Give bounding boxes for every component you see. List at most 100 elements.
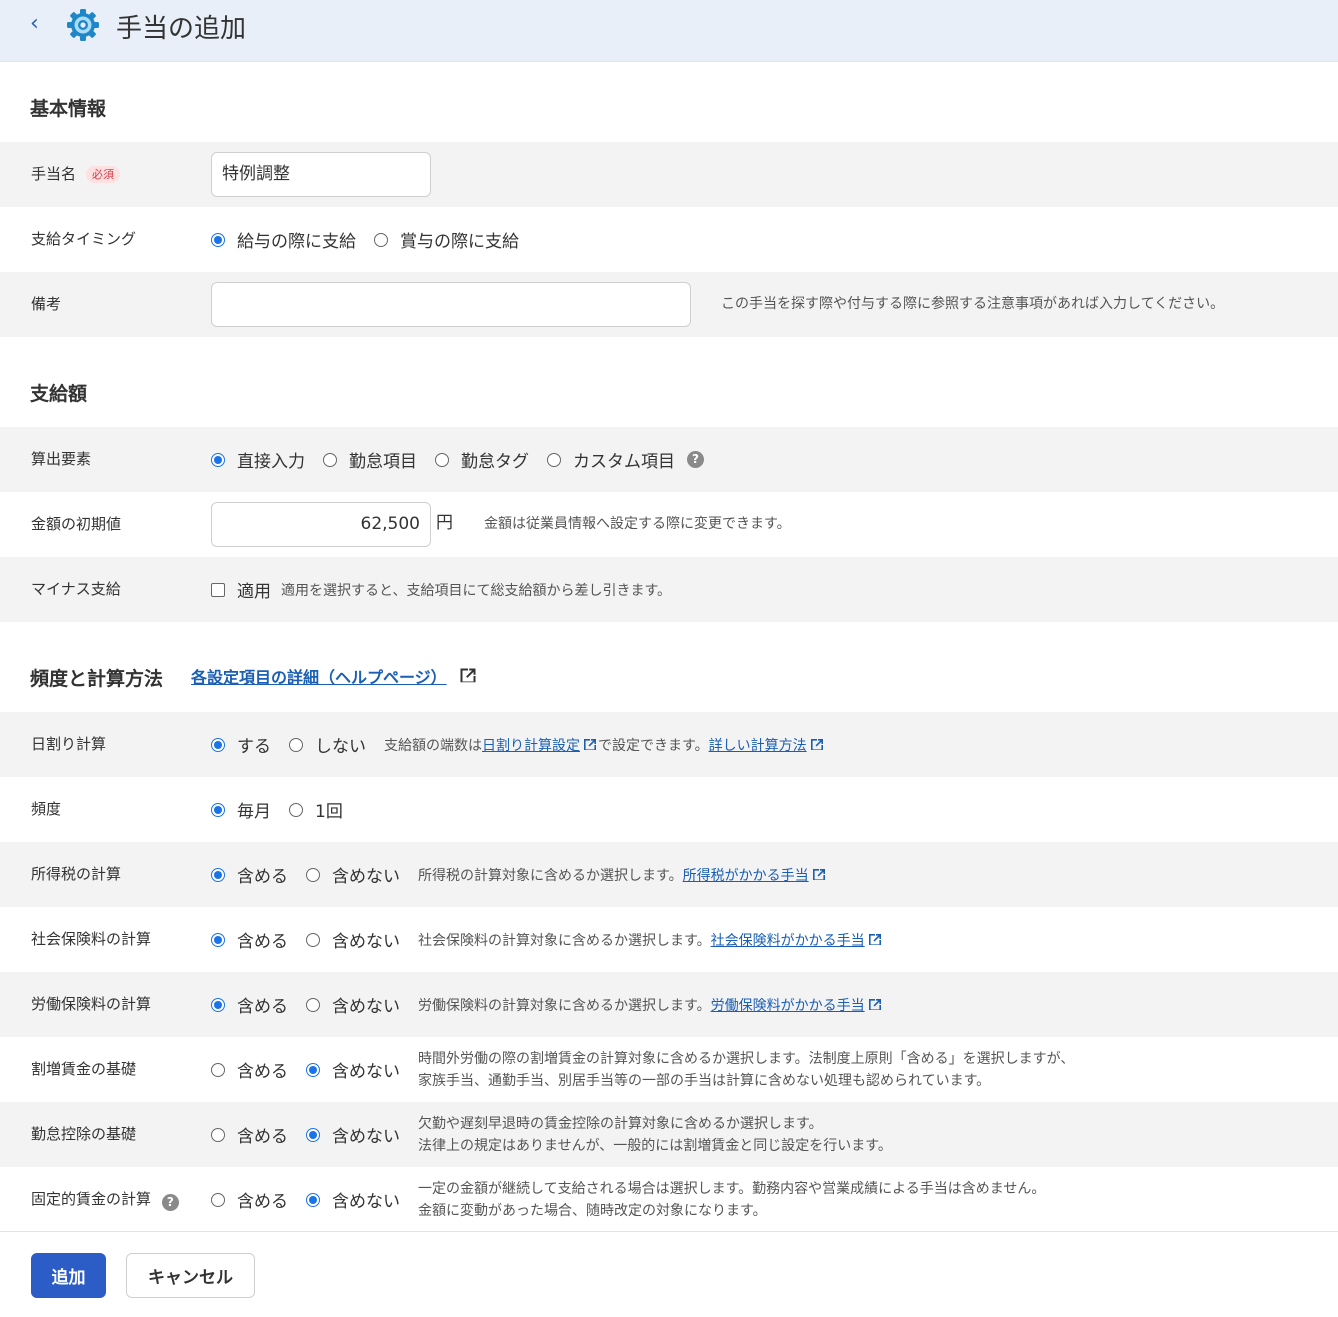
daily-proration-label: 日割り計算 (31, 735, 107, 753)
required-badge: 必須 (86, 166, 121, 183)
fixed-exclude[interactable]: 含めない (306, 1187, 400, 1212)
radio-button[interactable] (306, 1062, 320, 1077)
deduction-exclude[interactable]: 含めない (306, 1122, 400, 1147)
income-tax-exclude[interactable]: 含めない (306, 862, 400, 887)
payment-timing-label: 支給タイミング (31, 230, 137, 248)
radio-button[interactable] (547, 452, 561, 467)
external-link-icon[interactable] (811, 867, 827, 883)
minus-apply-checkbox[interactable]: 適用 (211, 577, 271, 602)
radio-button[interactable] (211, 1062, 225, 1077)
radio-button[interactable] (289, 737, 303, 752)
row-initial-amount: 金額の初期値 62,500 円 金額は従業員情報へ設定する際に変更できます。 (0, 492, 1338, 557)
calc-option-attendance-item[interactable]: 勤怠項目 (323, 447, 417, 472)
labor-exclude[interactable]: 含めない (306, 992, 400, 1017)
radio-button[interactable] (289, 802, 303, 817)
help-page-link-wrap: 各設定項目の詳細（ヘルプページ） (191, 664, 478, 688)
page-header: ‹ 手当の追加 (0, 0, 1338, 62)
radio-button[interactable] (211, 932, 225, 947)
labor-link[interactable]: 労働保険料がかかる手当 (711, 998, 865, 1014)
deduction-include[interactable]: 含める (211, 1122, 288, 1147)
radio-button[interactable] (211, 232, 225, 247)
row-income-tax: 所得税の計算 含める 含めない 所得税の計算対象に含めるか選択します。所得税がか… (0, 842, 1338, 907)
income-tax-include[interactable]: 含める (211, 862, 288, 887)
radio-button[interactable] (306, 867, 320, 882)
allowance-name-label: 手当名 必須 (31, 142, 121, 207)
help-icon[interactable]: ? (687, 451, 704, 468)
daily-settings-link[interactable]: 日割り計算設定 (482, 738, 580, 754)
radio-button[interactable] (211, 452, 225, 467)
external-link-icon[interactable] (458, 666, 478, 686)
remarks-label: 備考 (31, 295, 62, 313)
labor-insurance-label: 労働保険料の計算 (31, 995, 152, 1013)
external-link-icon[interactable] (582, 737, 598, 753)
fixed-wage-label-text: 固定的賃金の計算 (31, 1190, 152, 1208)
calc-option-attendance-tag[interactable]: 勤怠タグ (435, 447, 529, 472)
help-icon[interactable]: ? (161, 1194, 179, 1211)
minus-payment-label: マイナス支給 (31, 580, 121, 598)
row-social-insurance: 社会保険料の計算 含める 含めない 社会保険料の計算対象に含めるか選択します。社… (0, 907, 1338, 972)
overtime-basis-label: 割増賃金の基礎 (31, 1060, 137, 1078)
radio-button[interactable] (306, 1192, 320, 1207)
social-insurance-label: 社会保険料の計算 (31, 930, 152, 948)
radio-button[interactable] (211, 997, 225, 1012)
calc-option-custom[interactable]: カスタム項目 (547, 447, 675, 472)
section-title-basic: 基本情報 (30, 98, 107, 120)
social-link[interactable]: 社会保険料がかかる手当 (711, 933, 865, 949)
help-page-link[interactable]: 各設定項目の詳細（ヘルプページ） (191, 668, 447, 687)
back-button[interactable]: ‹ (30, 11, 39, 36)
daily-note: 支給額の端数は日割り計算設定 で設定できます。詳しい計算方法 (384, 735, 825, 755)
radio-button[interactable] (211, 802, 225, 817)
initial-amount-note: 金額は従業員情報へ設定する際に変更できます。 (484, 516, 791, 532)
calc-element-label: 算出要素 (31, 450, 92, 468)
external-link-icon[interactable] (867, 997, 883, 1013)
frequency-option-once[interactable]: 1回 (289, 797, 343, 822)
row-labor-insurance: 労働保険料の計算 含める 含めない 労働保険料の計算対象に含めるか選択します。労… (0, 972, 1338, 1037)
calc-option-direct[interactable]: 直接入力 (211, 447, 305, 472)
social-include[interactable]: 含める (211, 927, 288, 952)
radio-button[interactable] (211, 1192, 225, 1207)
radio-button[interactable] (211, 737, 225, 752)
currency-unit: 円 (436, 513, 453, 533)
radio-button[interactable] (306, 1127, 320, 1142)
radio-button[interactable] (306, 932, 320, 947)
row-payment-timing: 支給タイミング 給与の際に支給 賞与の際に支給 (0, 207, 1338, 272)
overtime-note: 時間外労働の際の割増賃金の計算対象に含めるか選択します。法制度上原則「含める」を… (418, 1050, 1075, 1089)
radio-button[interactable] (374, 232, 388, 247)
checkbox[interactable] (211, 582, 225, 597)
fixed-note: 一定の金額が継続して支給される場合は選択します。勤務内容や営業成績による手当は含… (418, 1180, 1046, 1219)
allowance-name-label-text: 手当名 (31, 165, 77, 183)
row-fixed-wage: 固定的賃金の計算 ? 含める 含めない 一定の金額が継続して支給される場合は選択… (0, 1167, 1338, 1232)
initial-amount-label: 金額の初期値 (31, 515, 122, 533)
social-exclude[interactable]: 含めない (306, 927, 400, 952)
external-link-icon[interactable] (867, 932, 883, 948)
radio-button[interactable] (211, 1127, 225, 1142)
row-minus-payment: マイナス支給 適用 適用を選択すると、支給項目にて総支給額から差し引きます。 (0, 557, 1338, 622)
daily-option-no[interactable]: しない (289, 732, 366, 757)
initial-amount-input[interactable]: 62,500 (211, 502, 431, 547)
daily-option-yes[interactable]: する (211, 732, 271, 757)
cancel-button[interactable]: キャンセル (126, 1253, 255, 1298)
remarks-note: この手当を探す際や付与する際に参照する注意事項があれば入力してください。 (721, 296, 1225, 312)
external-link-icon[interactable] (809, 737, 825, 753)
fixed-include[interactable]: 含める (211, 1187, 288, 1212)
radio-button[interactable] (323, 452, 337, 467)
row-remarks: 備考 この手当を探す際や付与する際に参照する注意事項があれば入力してください。 (0, 272, 1338, 337)
timing-option-bonus[interactable]: 賞与の際に支給 (374, 227, 519, 252)
frequency-option-monthly[interactable]: 毎月 (211, 797, 271, 822)
radio-button[interactable] (211, 867, 225, 882)
labor-include[interactable]: 含める (211, 992, 288, 1017)
remarks-input[interactable] (211, 282, 691, 327)
section-title-amount: 支給額 (30, 383, 88, 405)
deduction-note: 欠勤や遅刻早退時の賃金控除の計算対象に含めるか選択します。 法律上の規定はありませ… (418, 1115, 892, 1154)
frequency-label: 頻度 (31, 800, 62, 818)
allowance-name-input[interactable]: 特例調整 (211, 152, 431, 197)
calc-method-link[interactable]: 詳しい計算方法 (709, 738, 807, 754)
radio-button[interactable] (435, 452, 449, 467)
overtime-exclude[interactable]: 含めない (306, 1057, 400, 1082)
radio-button[interactable] (306, 997, 320, 1012)
timing-option-salary[interactable]: 給与の際に支給 (211, 227, 356, 252)
income-tax-link[interactable]: 所得税がかかる手当 (683, 868, 809, 884)
overtime-include[interactable]: 含める (211, 1057, 288, 1082)
add-button[interactable]: 追加 (31, 1253, 106, 1298)
social-note: 社会保険料の計算対象に含めるか選択します。社会保険料がかかる手当 (418, 930, 883, 950)
